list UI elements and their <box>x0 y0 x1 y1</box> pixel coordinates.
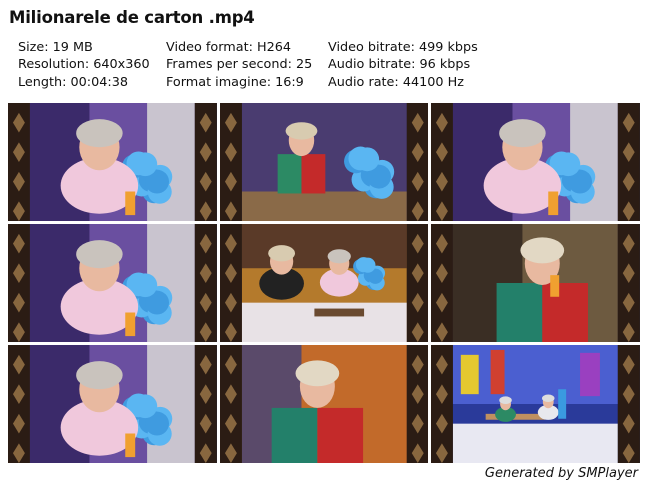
info-column-2: Video format: H264 Frames per second: 25… <box>166 39 312 91</box>
info-fps: Frames per second: 25 <box>166 57 313 73</box>
video-thumbnail <box>219 224 429 342</box>
info-size: Size: 19 MB <box>18 40 93 55</box>
info-video-bitrate: Video bitrate: 499 kbps <box>328 40 478 55</box>
info-video-format: Video format: H264 <box>166 40 292 55</box>
generator-credit: Generated by SMPlayer <box>484 466 638 481</box>
video-title: Milionarele de carton .mp4 <box>9 8 255 27</box>
info-audio-bitrate: Audio bitrate: 96 kbps <box>328 57 471 73</box>
info-aspect-format: Format imagine: 16:9 <box>166 74 304 90</box>
video-thumbnail <box>8 103 217 221</box>
video-thumbnail <box>8 345 217 463</box>
video-thumbnail <box>431 224 640 342</box>
info-audio-rate: Audio rate: 44100 Hz <box>328 74 464 90</box>
info-column-3: Video bitrate: 499 kbps Audio bitrate: 9… <box>328 39 478 91</box>
video-thumbnail <box>431 345 640 463</box>
info-column-1: Size: 19 MB Resolution: 640x360 Length: … <box>18 39 150 91</box>
video-thumbnail <box>219 345 429 463</box>
info-resolution: Resolution: 640x360 <box>18 57 150 73</box>
video-thumbnail <box>431 103 640 221</box>
video-thumbnail <box>8 224 217 342</box>
video-thumbnail <box>219 103 429 221</box>
info-length: Length: 00:04:38 <box>18 74 128 90</box>
thumbnail-grid <box>8 103 640 463</box>
